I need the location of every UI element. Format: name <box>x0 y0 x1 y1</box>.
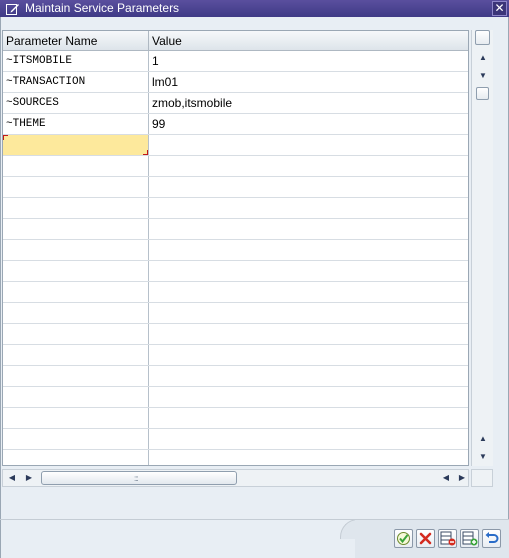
parameter-name-cell[interactable] <box>3 387 149 407</box>
parameter-name-cell[interactable] <box>3 261 149 281</box>
table-row <box>3 135 468 156</box>
parameter-name-cell[interactable] <box>3 156 149 176</box>
table-row <box>3 177 468 198</box>
table-row: ~ITSMOBILE 1 <box>3 51 468 72</box>
parameter-name-cell[interactable] <box>3 429 149 449</box>
value-cell[interactable] <box>149 261 468 281</box>
value-cell[interactable] <box>149 282 468 302</box>
parameter-name-cell[interactable] <box>3 177 149 197</box>
parameter-name-cell[interactable]: ~TRANSACTION <box>3 72 149 92</box>
parameter-name-cell[interactable] <box>3 450 149 465</box>
table-row <box>3 408 468 429</box>
horizontal-scrollbar[interactable]: ◀ ▶ ::: ◀ ▶ <box>2 469 469 487</box>
table-row <box>3 240 468 261</box>
table-header: Parameter Name Value <box>3 31 468 51</box>
value-cell[interactable] <box>149 324 468 344</box>
horizontal-scroll-thumb[interactable]: ::: <box>41 471 237 485</box>
table-row <box>3 303 468 324</box>
parameter-name-cell[interactable] <box>3 408 149 428</box>
table-row <box>3 345 468 366</box>
parameter-name-cell[interactable] <box>3 135 149 155</box>
parameter-name-cell[interactable] <box>3 240 149 260</box>
value-cell[interactable] <box>149 303 468 323</box>
title-bar: Maintain Service Parameters ✕ <box>0 0 509 17</box>
table-row: ~SOURCES zmob,itsmobile <box>3 93 468 114</box>
value-cell[interactable] <box>149 429 468 449</box>
window-edit-icon <box>6 3 20 15</box>
value-cell[interactable]: zmob,itsmobile <box>149 93 468 113</box>
delete-row-button[interactable] <box>438 529 457 548</box>
parameter-name-cell[interactable] <box>3 345 149 365</box>
scroll-page-right-button[interactable]: ▶ <box>456 472 468 484</box>
cancel-icon <box>419 532 432 545</box>
value-cell[interactable] <box>149 177 468 197</box>
undo-icon <box>484 531 499 546</box>
table-row: ~TRANSACTION lm01 <box>3 72 468 93</box>
scroll-down-button[interactable]: ▼ <box>477 70 489 82</box>
window-title: Maintain Service Parameters <box>25 1 180 15</box>
value-cell[interactable] <box>149 156 468 176</box>
table-row: ~THEME 99 <box>3 114 468 135</box>
parameter-name-cell[interactable] <box>3 324 149 344</box>
close-button[interactable]: ✕ <box>492 1 507 16</box>
scroll-right-small-button[interactable]: ▶ <box>23 472 35 484</box>
table-row <box>3 387 468 408</box>
scroll-up-button[interactable]: ▲ <box>477 52 489 64</box>
vertical-scroll-thumb[interactable] <box>475 30 490 45</box>
table-row <box>3 156 468 177</box>
parameter-name-cell[interactable] <box>3 198 149 218</box>
column-header-value[interactable]: Value <box>149 31 468 51</box>
table-row <box>3 450 468 465</box>
scroll-page-left-button[interactable]: ◀ <box>440 472 452 484</box>
table-row <box>3 219 468 240</box>
insert-row-icon <box>462 531 478 546</box>
scroll-left-button[interactable]: ◀ <box>6 472 18 484</box>
close-icon: ✕ <box>494 1 505 15</box>
table-row <box>3 282 468 303</box>
parameter-table: Parameter Name Value ~ITSMOBILE 1 ~TRANSAC… <box>2 30 469 466</box>
parameter-name-cell[interactable] <box>3 282 149 302</box>
value-cell[interactable] <box>149 408 468 428</box>
table-body: ~ITSMOBILE 1 ~TRANSACTION lm01 ~SOURCES zmob,… <box>3 51 468 465</box>
value-cell[interactable]: 1 <box>149 51 468 71</box>
vertical-scrollbar[interactable]: ▲ ▼ ▲ ▼ <box>471 30 493 466</box>
value-cell[interactable] <box>149 198 468 218</box>
value-cell[interactable]: 99 <box>149 114 468 134</box>
value-cell[interactable] <box>149 135 468 155</box>
table-row <box>3 366 468 387</box>
table-row <box>3 261 468 282</box>
insert-row-button[interactable] <box>460 529 479 548</box>
scroll-page-down-button[interactable]: ▼ <box>477 451 489 463</box>
dialog-toolbar <box>355 520 509 558</box>
value-cell[interactable] <box>149 366 468 386</box>
cancel-button[interactable] <box>416 529 435 548</box>
continue-button[interactable] <box>394 529 413 548</box>
undo-button[interactable] <box>482 529 501 548</box>
table-row <box>3 429 468 450</box>
continue-icon <box>396 531 411 546</box>
value-cell[interactable] <box>149 240 468 260</box>
parameter-name-cell[interactable] <box>3 219 149 239</box>
table-row <box>3 198 468 219</box>
value-cell[interactable]: lm01 <box>149 72 468 92</box>
table-row <box>3 324 468 345</box>
parameter-name-cell[interactable] <box>3 366 149 386</box>
value-cell[interactable] <box>149 345 468 365</box>
value-cell[interactable] <box>149 219 468 239</box>
parameter-name-cell[interactable]: ~SOURCES <box>3 93 149 113</box>
column-header-parameter-name[interactable]: Parameter Name <box>3 31 149 51</box>
parameter-name-cell[interactable] <box>3 303 149 323</box>
parameter-name-cell[interactable]: ~ITSMOBILE <box>3 51 149 71</box>
value-cell[interactable] <box>149 450 468 465</box>
value-cell[interactable] <box>149 387 468 407</box>
scroll-page-up-button[interactable]: ▲ <box>477 433 489 445</box>
vertical-scroll-position[interactable] <box>476 87 489 100</box>
scrollbar-corner <box>471 469 493 487</box>
delete-row-icon <box>440 531 456 546</box>
parameter-name-cell[interactable]: ~THEME <box>3 114 149 134</box>
